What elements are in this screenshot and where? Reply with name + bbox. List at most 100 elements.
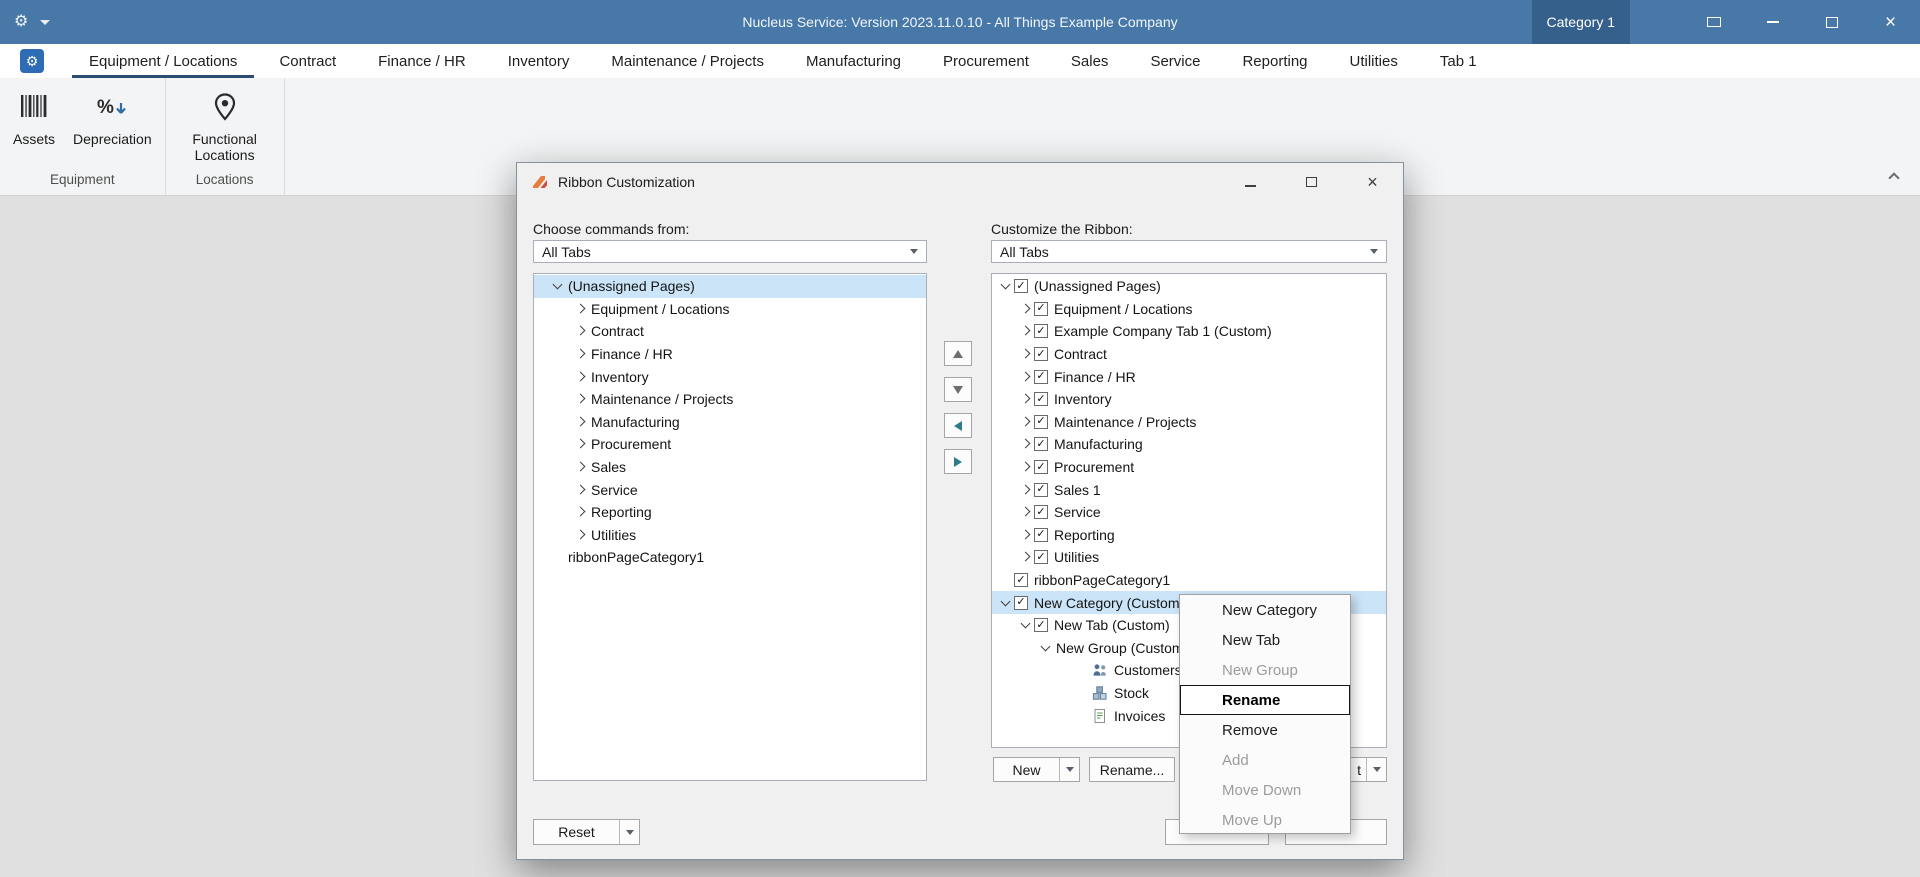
chevron-right-icon[interactable] xyxy=(573,414,589,430)
chevron-right-icon[interactable] xyxy=(1018,527,1034,543)
tree-row[interactable]: ✓ Sales 1 xyxy=(992,478,1386,501)
checkbox[interactable]: ✓ xyxy=(1034,460,1048,475)
menu-item-new-tab[interactable]: New Tab xyxy=(1180,625,1350,655)
app-menu-button[interactable]: ⚙ xyxy=(20,49,44,73)
tree-row[interactable]: (Unassigned Pages) xyxy=(534,275,926,298)
display-options-button[interactable] xyxy=(1684,0,1743,44)
checkbox[interactable]: ✓ xyxy=(1034,347,1048,362)
chevron-right-icon[interactable] xyxy=(1018,414,1034,430)
tree-row[interactable]: Procurement xyxy=(534,433,926,456)
minimize-button[interactable] xyxy=(1743,0,1802,44)
tab-service[interactable]: Service xyxy=(1129,44,1221,78)
chevron-right-icon[interactable] xyxy=(573,301,589,317)
ribbon-category-badge[interactable]: Category 1 xyxy=(1531,0,1630,44)
tree-row[interactable]: ✓ Finance / HR xyxy=(992,365,1386,388)
tree-row[interactable]: Manufacturing xyxy=(534,411,926,434)
chevron-right-icon[interactable] xyxy=(1018,549,1034,565)
chevron-right-icon[interactable] xyxy=(1018,346,1034,362)
tree-row[interactable]: ✓ Inventory xyxy=(992,388,1386,411)
checkbox[interactable]: ✓ xyxy=(1034,505,1048,520)
move-up-transfer-button[interactable] xyxy=(944,341,972,366)
depreciation-button[interactable]: % Depreciation xyxy=(66,91,159,149)
chevron-down-icon[interactable] xyxy=(1018,617,1034,633)
new-button[interactable]: New xyxy=(993,757,1080,782)
qat-dropdown-icon[interactable] xyxy=(40,19,51,25)
functional-locations-button[interactable]: Functional Locations xyxy=(172,91,278,165)
chevron-right-icon[interactable] xyxy=(573,527,589,543)
checkbox[interactable]: ✓ xyxy=(1034,550,1048,565)
tree-row[interactable]: Utilities xyxy=(534,524,926,547)
checkbox[interactable]: ✓ xyxy=(1034,437,1048,452)
checkbox[interactable]: ✓ xyxy=(1034,414,1048,429)
chevron-right-icon[interactable] xyxy=(573,436,589,452)
tab-contract[interactable]: Contract xyxy=(258,44,357,78)
dialog-maximize-button[interactable] xyxy=(1293,169,1330,194)
reset-button[interactable]: Reset xyxy=(533,819,640,845)
chevron-right-icon[interactable] xyxy=(573,346,589,362)
reset-button-dropdown[interactable] xyxy=(619,820,639,844)
tree-row[interactable]: ✓ Reporting xyxy=(992,524,1386,547)
chevron-down-icon[interactable] xyxy=(998,595,1014,611)
tree-row[interactable]: ✓ Procurement xyxy=(992,456,1386,479)
tree-row[interactable]: ✓ ribbonPageCategory1 xyxy=(992,569,1386,592)
assets-button[interactable]: Assets xyxy=(6,91,62,149)
tree-row[interactable]: ✓ Manufacturing xyxy=(992,433,1386,456)
checkbox[interactable]: ✓ xyxy=(1014,279,1028,294)
collapse-ribbon-button[interactable] xyxy=(1882,165,1906,185)
chevron-right-icon[interactable] xyxy=(573,459,589,475)
chevron-right-icon[interactable] xyxy=(573,391,589,407)
close-button[interactable]: × xyxy=(1861,0,1920,44)
tree-row[interactable]: Inventory xyxy=(534,365,926,388)
tab-utilities[interactable]: Utilities xyxy=(1329,44,1419,78)
maximize-button[interactable] xyxy=(1802,0,1861,44)
chevron-right-icon[interactable] xyxy=(1018,391,1034,407)
tree-row[interactable]: Contract xyxy=(534,320,926,343)
tab-finance-hr[interactable]: Finance / HR xyxy=(357,44,487,78)
customize-ribbon-dropdown[interactable]: All Tabs xyxy=(991,240,1387,263)
tab-reporting[interactable]: Reporting xyxy=(1221,44,1328,78)
chevron-right-icon[interactable] xyxy=(1018,301,1034,317)
chevron-right-icon[interactable] xyxy=(573,369,589,385)
move-down-transfer-button[interactable] xyxy=(944,377,972,402)
chevron-down-icon[interactable] xyxy=(1038,640,1054,656)
tree-row[interactable]: Sales xyxy=(534,456,926,479)
tree-row[interactable]: ✓ Utilities xyxy=(992,546,1386,569)
add-to-ribbon-button[interactable] xyxy=(944,449,972,474)
chevron-right-icon[interactable] xyxy=(1018,504,1034,520)
checkbox[interactable]: ✓ xyxy=(1034,324,1048,339)
checkbox[interactable]: ✓ xyxy=(1034,369,1048,384)
choose-commands-dropdown[interactable]: All Tabs xyxy=(533,240,927,263)
tab-procurement[interactable]: Procurement xyxy=(922,44,1050,78)
remove-from-ribbon-button[interactable] xyxy=(944,413,972,438)
chevron-right-icon[interactable] xyxy=(1018,436,1034,452)
settings-gear-icon[interactable]: ⚙ xyxy=(14,14,28,30)
menu-item-new-category[interactable]: New Category xyxy=(1180,595,1350,625)
chevron-right-icon[interactable] xyxy=(1018,369,1034,385)
tree-row[interactable]: Maintenance / Projects xyxy=(534,388,926,411)
chevron-down-icon[interactable] xyxy=(998,278,1014,294)
dialog-minimize-button[interactable] xyxy=(1232,169,1269,194)
checkbox[interactable]: ✓ xyxy=(1014,595,1028,610)
tab-equipment-locations[interactable]: Equipment / Locations xyxy=(68,44,258,78)
menu-item-remove[interactable]: Remove xyxy=(1180,715,1350,745)
chevron-right-icon[interactable] xyxy=(573,323,589,339)
chevron-right-icon[interactable] xyxy=(1018,459,1034,475)
tree-row[interactable]: Finance / HR xyxy=(534,343,926,366)
tab-sales[interactable]: Sales xyxy=(1050,44,1130,78)
chevron-right-icon[interactable] xyxy=(573,482,589,498)
chevron-right-icon[interactable] xyxy=(1018,323,1034,339)
tree-row[interactable]: ✓ Maintenance / Projects xyxy=(992,411,1386,434)
rename-button[interactable]: Rename... xyxy=(1089,757,1175,782)
checkbox[interactable]: ✓ xyxy=(1034,482,1048,497)
tree-row[interactable]: ✓ Equipment / Locations xyxy=(992,298,1386,321)
tree-row[interactable]: Reporting xyxy=(534,501,926,524)
chevron-right-icon[interactable] xyxy=(573,504,589,520)
tree-row[interactable]: ✓ Service xyxy=(992,501,1386,524)
tree-row[interactable]: ✓ (Unassigned Pages) xyxy=(992,275,1386,298)
partially-hidden-button-dropdown[interactable] xyxy=(1366,758,1386,781)
checkbox[interactable]: ✓ xyxy=(1034,618,1048,633)
tree-row[interactable]: ✓ Contract xyxy=(992,343,1386,366)
tree-row[interactable]: ✓ Example Company Tab 1 (Custom) xyxy=(992,320,1386,343)
checkbox[interactable]: ✓ xyxy=(1034,527,1048,542)
chevron-right-icon[interactable] xyxy=(1018,482,1034,498)
